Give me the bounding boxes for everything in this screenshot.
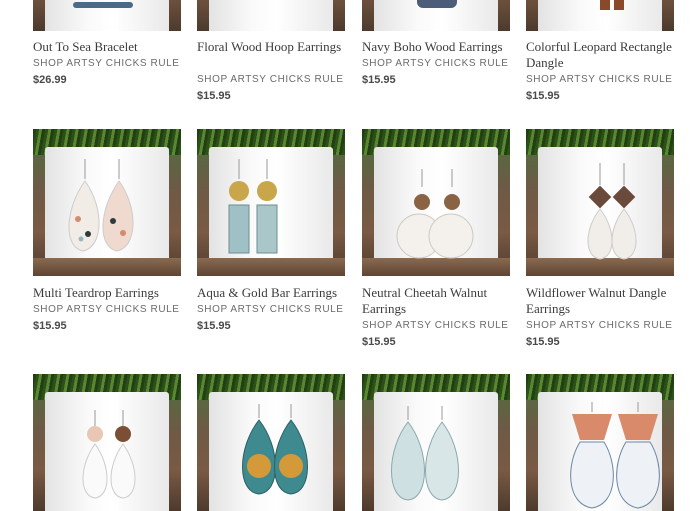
product-price: $15.95 bbox=[526, 90, 560, 102]
product-price: $15.95 bbox=[526, 336, 560, 348]
product-vendor: SHOP ARTSY CHICKS RULE bbox=[33, 304, 180, 315]
product-vendor: SHOP ARTSY CHICKS RULE bbox=[33, 58, 180, 69]
product-image[interactable] bbox=[197, 374, 345, 511]
product-title[interactable]: Aqua & Gold Bar Earrings bbox=[197, 285, 345, 301]
product-image[interactable] bbox=[33, 129, 181, 276]
product-vendor: SHOP ARTSY CHICKS RULE bbox=[526, 74, 673, 85]
product-image[interactable] bbox=[362, 0, 510, 31]
product-image[interactable] bbox=[526, 129, 674, 276]
product-title[interactable]: Navy Boho Wood Earrings bbox=[362, 39, 510, 55]
product-image[interactable] bbox=[33, 0, 181, 31]
product-image[interactable] bbox=[362, 374, 510, 511]
product-price: $26.99 bbox=[33, 74, 67, 86]
product-image[interactable] bbox=[526, 374, 674, 511]
product-title[interactable]: Colorful Leopard Rectangle Dangle bbox=[526, 39, 674, 71]
product-price: $15.95 bbox=[197, 90, 231, 102]
product-vendor: SHOP ARTSY CHICKS RULE bbox=[197, 304, 344, 315]
product-price: $15.95 bbox=[197, 320, 231, 332]
product-vendor: SHOP ARTSY CHICKS RULE bbox=[526, 320, 673, 331]
product-image[interactable] bbox=[197, 0, 345, 31]
product-vendor: SHOP ARTSY CHICKS RULE bbox=[197, 74, 344, 85]
product-price: $15.95 bbox=[362, 74, 396, 86]
product-vendor: SHOP ARTSY CHICKS RULE bbox=[362, 320, 509, 331]
product-title[interactable]: Floral Wood Hoop Earrings bbox=[197, 39, 345, 55]
product-title[interactable]: Out To Sea Bracelet bbox=[33, 39, 181, 55]
product-image[interactable] bbox=[526, 0, 674, 31]
product-title[interactable]: Wildflower Walnut Dangle Earrings bbox=[526, 285, 674, 317]
product-title[interactable]: Neutral Cheetah Walnut Earrings bbox=[362, 285, 510, 317]
product-image[interactable] bbox=[197, 129, 345, 276]
product-image[interactable] bbox=[362, 129, 510, 276]
product-price: $15.95 bbox=[33, 320, 67, 332]
product-vendor: SHOP ARTSY CHICKS RULE bbox=[362, 58, 509, 69]
product-title[interactable]: Multi Teardrop Earrings bbox=[33, 285, 181, 301]
product-price: $15.95 bbox=[362, 336, 396, 348]
product-image[interactable] bbox=[33, 374, 181, 511]
product-grid: Out To Sea Bracelet SHOP ARTSY CHICKS RU… bbox=[0, 0, 700, 511]
